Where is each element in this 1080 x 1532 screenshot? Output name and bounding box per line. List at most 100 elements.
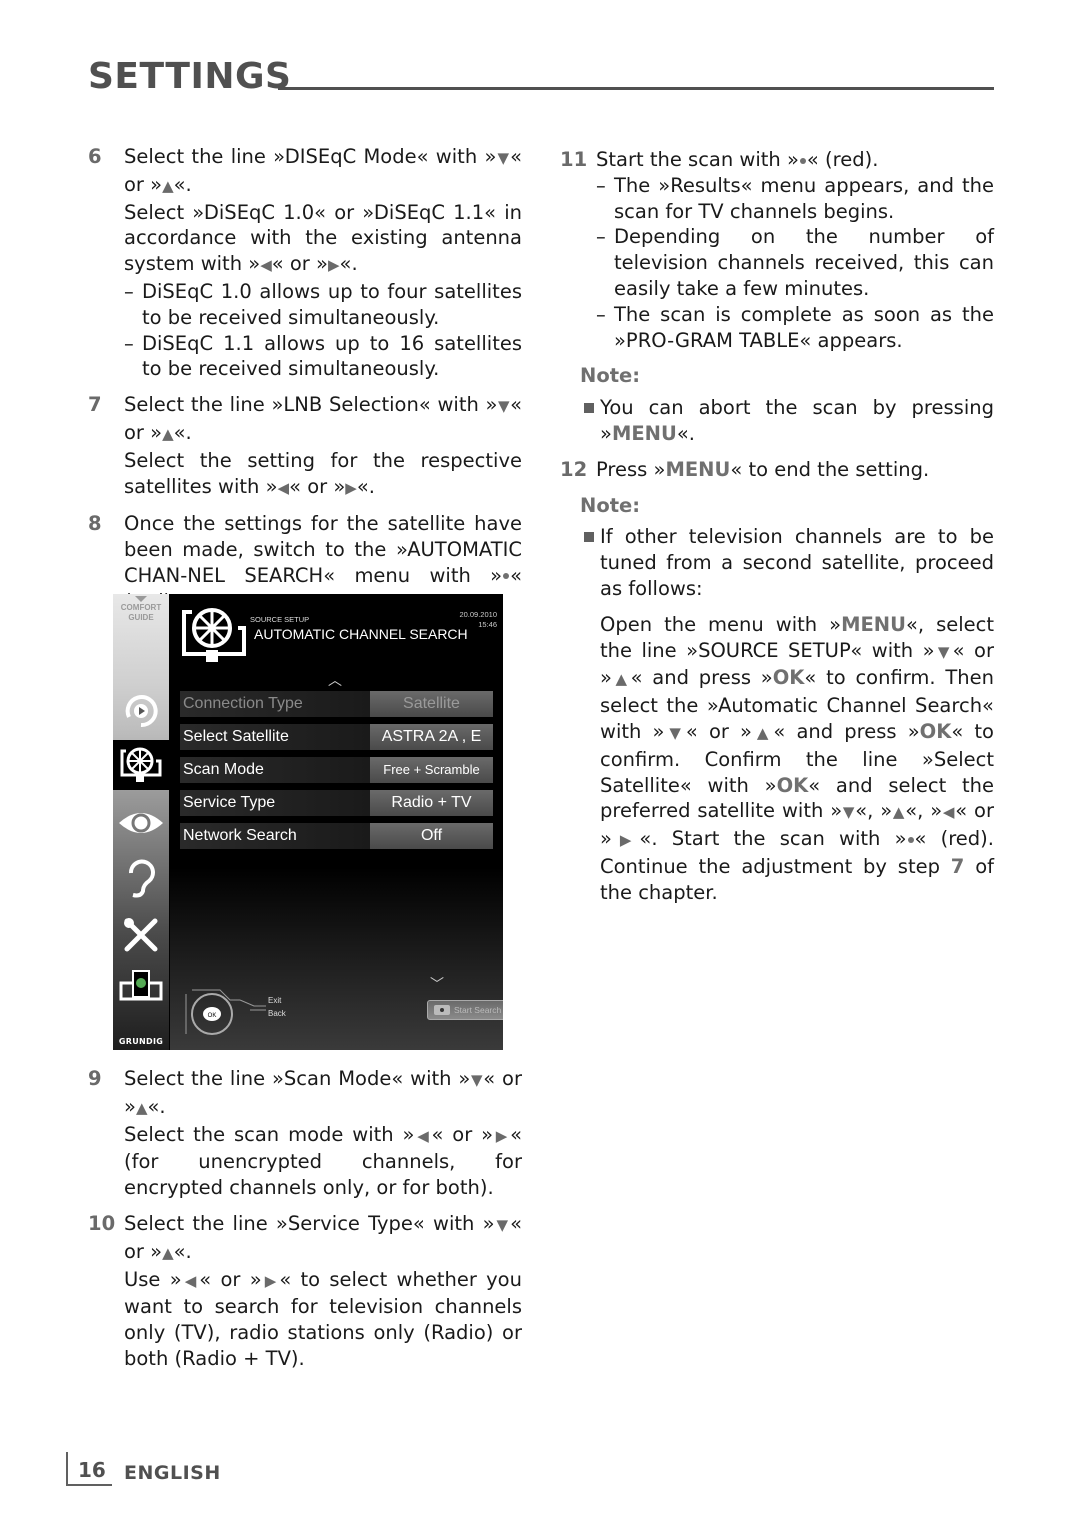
start-search-button[interactable]: Start Search	[427, 1000, 503, 1020]
grundig-logo: GRUNDIG	[118, 1037, 164, 1046]
satellite-dish-icon	[180, 604, 250, 672]
dash-item: The »Results« menu appears, and the scan…	[596, 173, 994, 225]
step-number: 9	[88, 1067, 102, 1090]
row-connection-type[interactable]: Connection Type Satellite	[180, 691, 493, 717]
step-12: 12 Press »MENU« to end the setting.	[560, 457, 994, 483]
red-button-icon	[434, 1005, 450, 1015]
down-arrow-icon: ▼	[664, 723, 686, 742]
down-arrow-icon: ▼	[470, 1071, 484, 1089]
settings-list: Connection Type Satellite Select Satelli…	[180, 691, 493, 856]
header-rule	[278, 87, 994, 90]
ear-icon[interactable]	[113, 854, 169, 904]
up-arrow-icon: ▲	[162, 176, 174, 195]
menu-title: AUTOMATIC CHANNEL SEARCH	[254, 626, 468, 642]
left-column: 6 Select the line »DISEqC Mode« with »▼«…	[88, 144, 522, 625]
step-text: Select the scan mode with »◀« or »▶« (fo…	[124, 1122, 522, 1200]
up-arrow-icon: ▲	[135, 1098, 148, 1117]
row-value: Radio + TV	[370, 790, 493, 816]
row-value: ASTRA 2A , E	[370, 724, 493, 750]
menu-key: MENU	[611, 421, 677, 445]
step-text: Select the line »Service Type« with »▼« …	[124, 1211, 522, 1263]
page-number: 16	[78, 1458, 106, 1482]
left-arrow-icon: ◀	[260, 256, 272, 275]
note-heading: Note:	[580, 493, 641, 517]
down-triangle-icon	[135, 596, 147, 602]
step-text: Select the setting for the respective sa…	[124, 448, 522, 498]
row-scan-mode[interactable]: Scan Mode Free + Scramble	[180, 757, 493, 783]
row-value: Free + Scramble	[370, 757, 493, 783]
satellite-dish-icon[interactable]	[113, 740, 169, 790]
left-arrow-icon: ◀	[181, 1271, 200, 1290]
step-number: 10	[88, 1211, 116, 1235]
tools-icon[interactable]	[113, 910, 169, 960]
down-arrow-icon: ▼	[494, 1215, 511, 1234]
network-icon[interactable]	[113, 962, 169, 1012]
tv-content: SOURCE SETUP AUTOMATIC CHANNEL SEARCH 20…	[170, 594, 503, 1050]
up-arrow-icon: ▲	[162, 1243, 174, 1262]
step-number: 12	[560, 457, 588, 481]
eye-icon[interactable]	[113, 798, 169, 848]
step-9: 9 Select the line »Scan Mode« with »▼« o…	[88, 1066, 522, 1201]
down-arrow-icon: ▼	[934, 642, 953, 661]
step-reference: 7	[950, 854, 965, 878]
date: 20.09.2010	[459, 610, 497, 619]
scroll-up-icon[interactable]: ︿	[328, 670, 342, 690]
down-arrow-icon: ▼	[842, 803, 856, 822]
step-number: 11	[560, 148, 588, 171]
menu-key: MENU	[841, 612, 906, 636]
up-arrow-icon: ▲	[751, 723, 774, 742]
right-arrow-icon: ▶	[261, 1271, 280, 1290]
menu-breadcrumb: SOURCE SETUP	[250, 615, 310, 624]
back-label: Back	[268, 1009, 286, 1018]
row-network-search[interactable]: Network Search Off	[180, 823, 493, 849]
note-bullet: If other television channels are to be t…	[560, 524, 994, 601]
right-arrow-icon: ▶	[611, 831, 640, 850]
red-button-icon	[907, 836, 914, 843]
menu-key: MENU	[665, 457, 731, 481]
right-arrow-icon: ▶	[345, 478, 357, 497]
note-heading: Note:	[580, 364, 641, 388]
step-text: Select the line »LNB Selection« with »▼«…	[124, 393, 522, 444]
step-text: Start the scan with » « (red).	[596, 148, 879, 171]
note-bullet: You can abort the scan by pressing »MENU…	[560, 395, 994, 447]
step-number: 8	[88, 512, 102, 536]
tv-menu-screenshot: COMFORT GUIDE GRUNDIG SOURCE SETUP AUTOM…	[113, 594, 503, 1050]
row-value: Off	[370, 823, 493, 849]
red-button-icon	[503, 573, 510, 580]
step-text: Select »DiSEqC 1.0« or »DiSEqC 1.1« in a…	[124, 200, 522, 276]
step-number: 6	[88, 145, 102, 168]
tv-sidebar: COMFORT GUIDE GRUNDIG	[113, 594, 169, 1050]
ok-key: OK	[772, 666, 805, 690]
dash-item: The scan is complete as soon as the »PRO…	[596, 302, 994, 354]
step-text: Select the line »Scan Mode« with »▼« or …	[124, 1067, 522, 1118]
down-arrow-icon: ▼	[497, 397, 511, 416]
row-service-type[interactable]: Service Type Radio + TV	[180, 790, 493, 816]
dash-item: Depending on the number of television ch…	[596, 224, 994, 301]
datetime: 20.09.2010 15:46	[459, 610, 497, 630]
left-arrow-icon: ◀	[277, 478, 290, 497]
scroll-down-icon[interactable]: ﹀	[430, 974, 444, 994]
step-7: 7 Select the line »LNB Selection« with »…	[88, 392, 522, 501]
left-arrow-icon: ◀	[414, 1126, 432, 1145]
ok-key: OK	[776, 773, 809, 797]
right-column: 11 Start the scan with »« (red). The »Re…	[560, 147, 994, 906]
ok-key: OK	[919, 719, 952, 743]
up-arrow-icon: ▲	[611, 670, 631, 689]
up-arrow-icon: ▲	[162, 424, 174, 443]
step-6: 6 Select the line »DISEqC Mode« with »▼«…	[88, 144, 522, 382]
row-select-satellite[interactable]: Select Satellite ASTRA 2A , E	[180, 724, 493, 750]
left-arrow-icon: ◀	[942, 803, 956, 822]
remote-navigation-icon: OK	[180, 986, 270, 1042]
section-title: SETTINGS	[88, 56, 292, 97]
step-11: 11 Start the scan with »« (red). The »Re…	[560, 147, 994, 353]
step-text: Select the line »DISEqC Mode« with »▼« o…	[124, 145, 522, 196]
exit-label: Exit	[268, 996, 282, 1005]
dash-item: DiSEqC 1.0 allows up to four satellites …	[124, 279, 522, 331]
note-instructions: Open the menu with »MENU«, select the li…	[600, 612, 995, 904]
row-value: Satellite	[370, 691, 493, 717]
left-column-lower: 9 Select the line »Scan Mode« with »▼« o…	[88, 1066, 522, 1382]
svg-text:OK: OK	[208, 1013, 217, 1019]
source-icon[interactable]	[113, 686, 169, 736]
dash-item: DiSEqC 1.1 allows up to 16 satellites to…	[124, 331, 522, 383]
red-button-icon	[799, 157, 806, 164]
